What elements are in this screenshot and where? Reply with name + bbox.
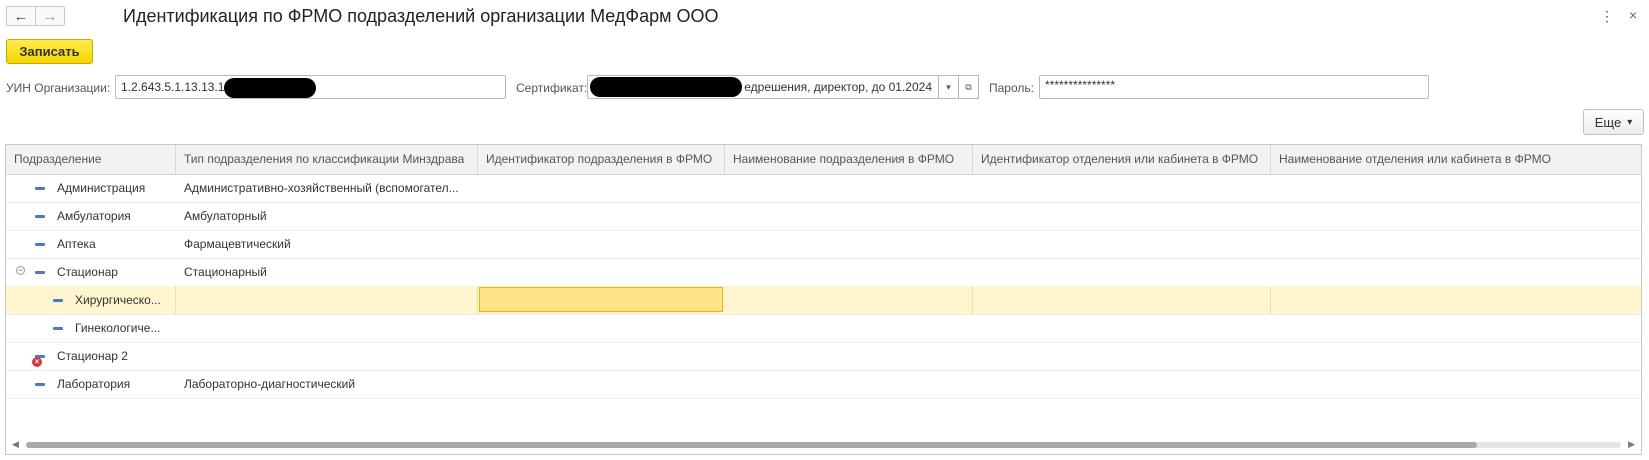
cert-label: Сертификат: <box>516 81 588 95</box>
row-name: Стационар 2 <box>57 349 128 363</box>
row-frmo-name <box>725 286 973 314</box>
horizontal-scrollbar[interactable]: ◀ ▶ <box>6 435 1641 454</box>
row-name: Гинекологиче... <box>75 321 161 335</box>
row-name: Лаборатория <box>57 377 131 391</box>
save-button[interactable]: Записать <box>6 39 93 64</box>
col-header-type[interactable]: Тип подразделения по классификации Минзд… <box>176 145 478 174</box>
item-icon <box>35 215 45 218</box>
table-row[interactable]: Амбулатория Амбулаторный <box>6 202 1641 231</box>
table-row[interactable]: − Стационар Стационарный <box>6 258 1641 287</box>
certificate-field[interactable]: едрешения, директор, до 01.2024 <box>587 75 939 99</box>
col-header-dept-name[interactable]: Наименование отделения или кабинета в ФР… <box>1271 145 1641 174</box>
arrow-right-icon: → <box>42 7 58 25</box>
redaction-mark <box>590 77 742 97</box>
scroll-thumb[interactable] <box>26 442 1478 448</box>
item-icon <box>35 243 45 246</box>
more-label: Еще <box>1594 114 1622 130</box>
back-button[interactable]: ← <box>6 6 36 26</box>
arrow-left-icon: ← <box>13 7 29 25</box>
scroll-left-icon[interactable]: ◀ <box>12 439 19 450</box>
table-row[interactable]: × Стационар 2 <box>6 342 1641 371</box>
item-icon <box>53 299 63 302</box>
scroll-right-icon[interactable]: ▶ <box>1628 439 1635 450</box>
table-header: Подразделение Тип подразделения по класс… <box>6 145 1641 175</box>
more-menu-icon[interactable]: ⋮ <box>1600 8 1614 25</box>
row-type <box>176 286 478 314</box>
cert-dropdown-button[interactable]: ▾ <box>938 75 959 99</box>
redaction-mark <box>224 77 317 98</box>
page-title: Идентификация по ФРМО подразделений орга… <box>123 6 719 26</box>
row-type: Стационарный <box>184 265 267 279</box>
col-header-frmo-name[interactable]: Наименование подразделения в ФРМО <box>725 145 973 174</box>
password-field[interactable]: *************** <box>1039 75 1429 99</box>
row-name: Амбулатория <box>57 209 131 223</box>
table-row[interactable]: Гинекологиче... <box>6 314 1641 343</box>
table-row-selected[interactable]: Хирургическо... <box>6 286 1641 315</box>
password-label: Пароль: <box>989 81 1034 95</box>
row-type: Амбулаторный <box>184 209 267 223</box>
collapse-icon[interactable]: − <box>16 266 25 275</box>
item-icon <box>53 327 63 330</box>
item-icon <box>35 383 45 386</box>
row-name: Аптека <box>57 237 96 251</box>
col-header-subdivision[interactable]: Подразделение <box>6 145 176 174</box>
subdivisions-table[interactable]: Подразделение Тип подразделения по класс… <box>5 144 1642 455</box>
row-name: Стационар <box>57 265 118 279</box>
row-type: Административно-хозяйственный (вспомогат… <box>184 181 459 195</box>
cert-value: едрешения, директор, до 01.2024 <box>744 80 932 94</box>
uin-field[interactable]: 1.2.643.5.1.13.13.1 <box>115 75 506 99</box>
col-header-frmo-id[interactable]: Идентификатор подразделения в ФРМО <box>478 145 725 174</box>
row-type: Фармацевтический <box>184 237 291 251</box>
row-name: Администрация <box>57 181 146 195</box>
chevron-down-icon: ▾ <box>946 81 951 92</box>
row-type: Лабораторно-диагностический <box>184 377 356 391</box>
close-icon[interactable]: × <box>1629 7 1637 23</box>
table-row[interactable]: Аптека Фармацевтический <box>6 230 1641 259</box>
chevron-down-icon: ▾ <box>1627 116 1633 128</box>
table-row[interactable]: Лаборатория Лабораторно-диагностический <box>6 370 1641 399</box>
item-icon <box>35 187 45 190</box>
row-name: Хирургическо... <box>67 286 176 314</box>
scroll-track[interactable] <box>26 442 1621 448</box>
item-icon <box>35 271 45 274</box>
active-cell-frmo-id[interactable] <box>479 287 723 312</box>
cert-open-button[interactable]: ⧉ <box>958 75 979 99</box>
more-button[interactable]: Еще ▾ <box>1583 109 1644 135</box>
col-header-dept-id[interactable]: Идентификатор отделения или кабинета в Ф… <box>973 145 1271 174</box>
uin-label: УИН Организации: <box>6 81 111 95</box>
row-dept-id <box>973 286 1271 314</box>
deleted-mark-icon: × <box>32 357 42 367</box>
open-icon: ⧉ <box>965 81 972 92</box>
uin-value: 1.2.643.5.1.13.13.1 <box>121 80 225 94</box>
forward-button[interactable]: → <box>35 6 65 26</box>
table-row[interactable]: Администрация Административно-хозяйствен… <box>6 174 1641 203</box>
